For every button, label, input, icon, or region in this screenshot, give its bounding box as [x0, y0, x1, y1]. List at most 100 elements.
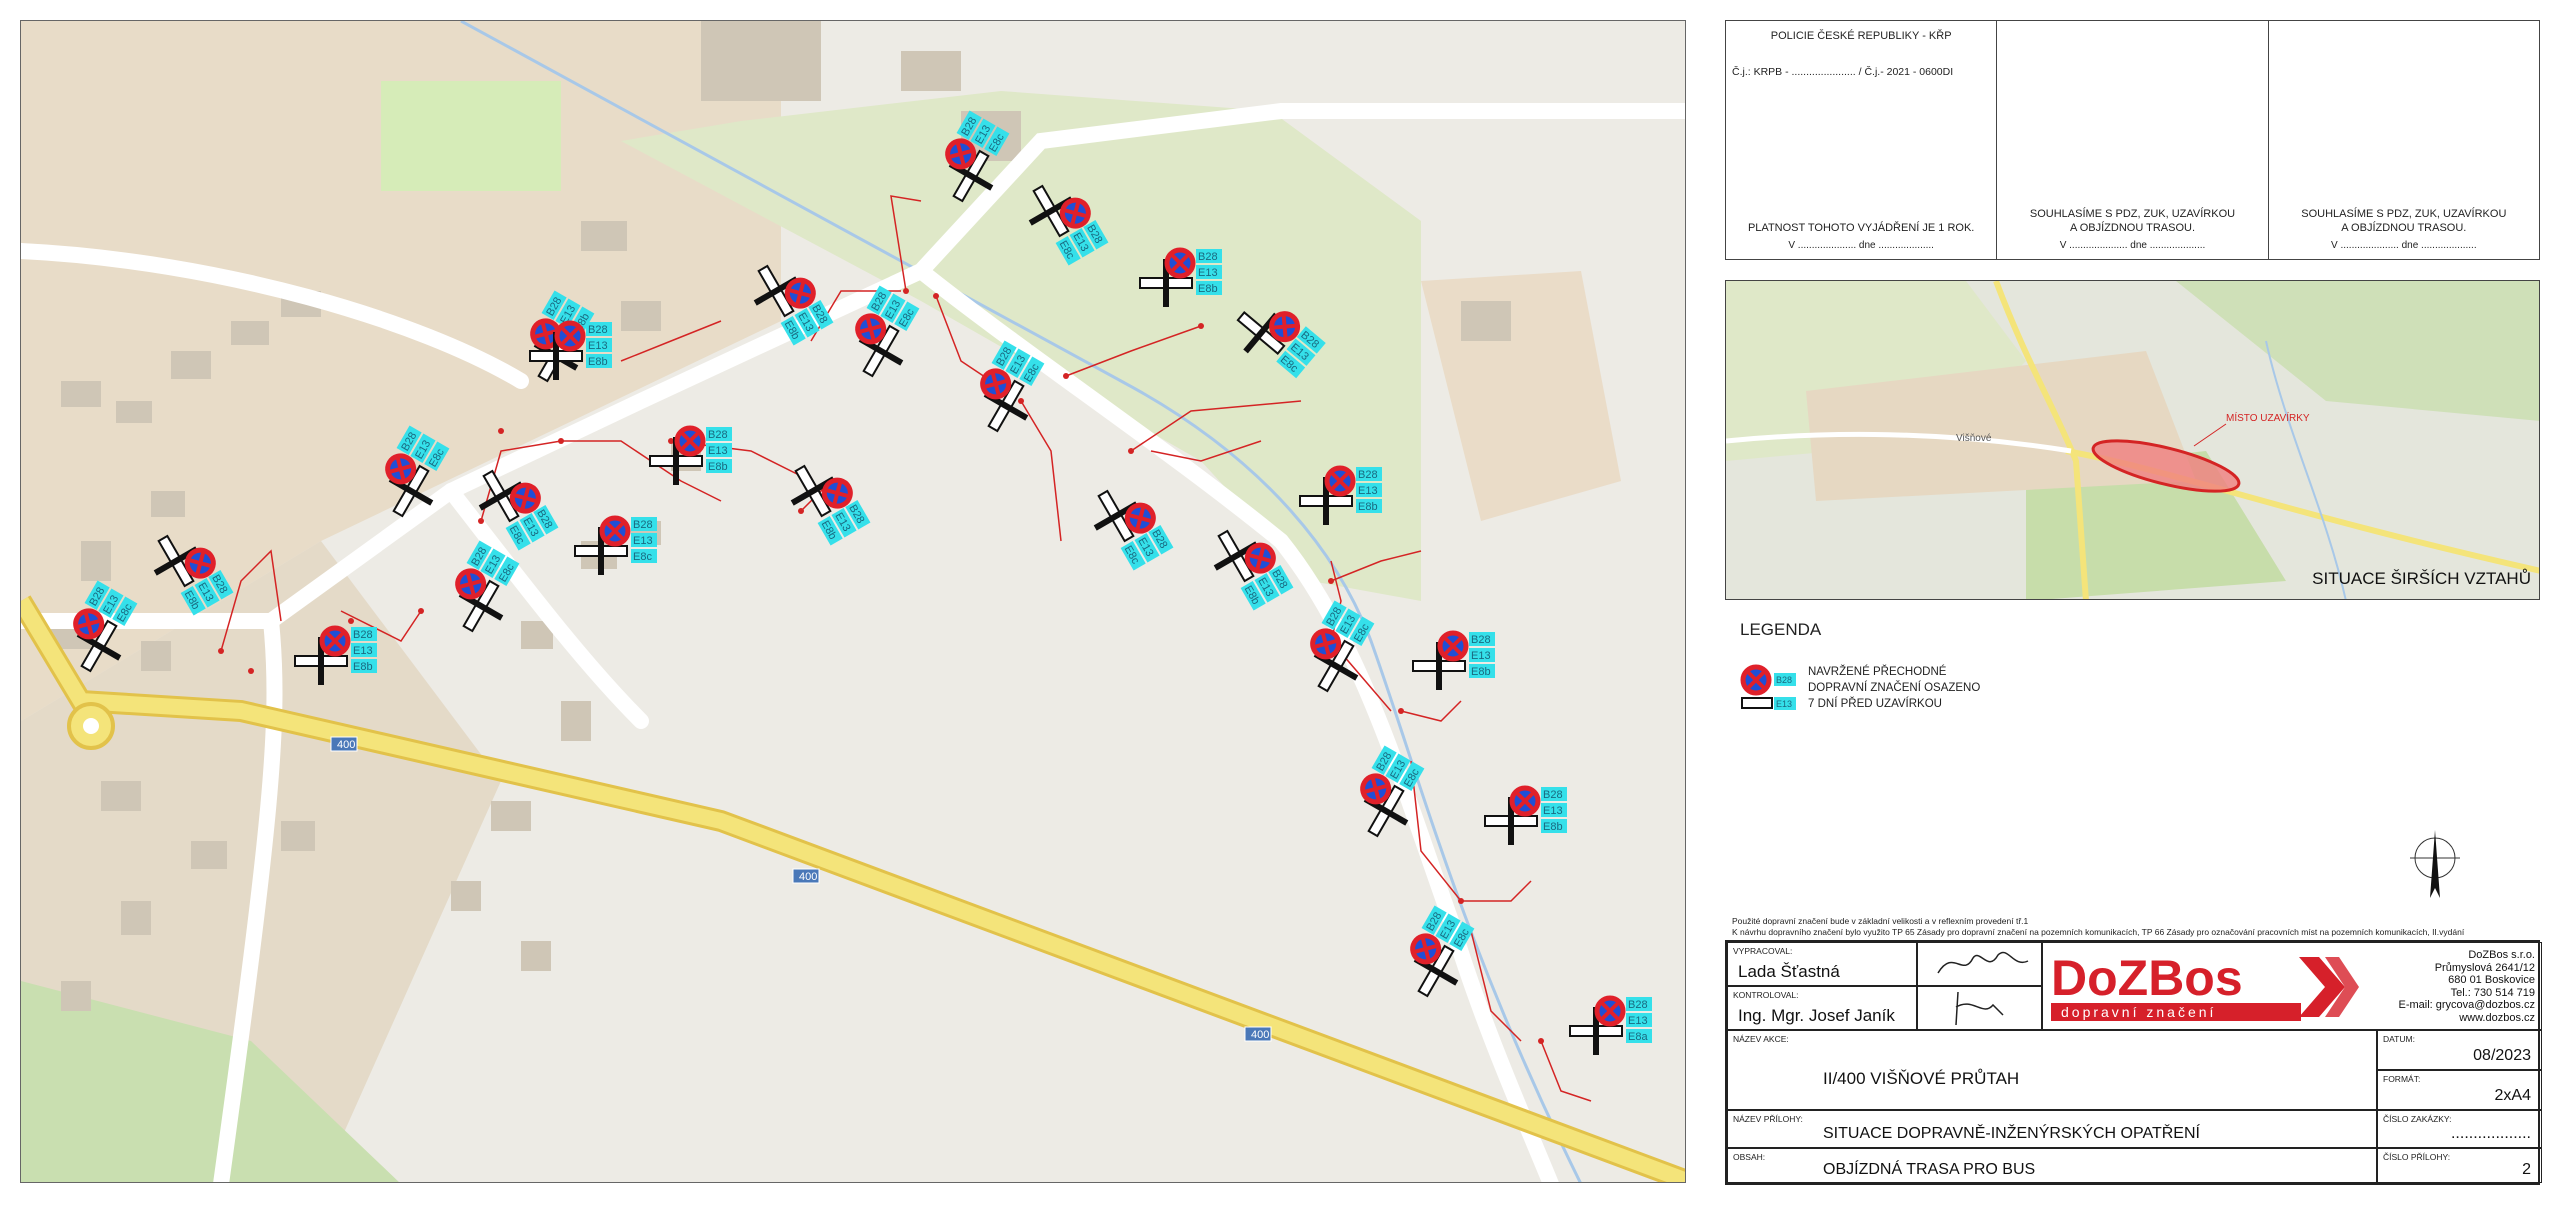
attachment-cell: NÁZEV PŘÍLOHY: SITUACE DOPRAVNĚ-INŽENÝRS…: [1727, 1110, 2377, 1148]
situation-map[interactable]: 400 400 400 B28 E13 E8c B28 E13 E8c B28 E13 E8b B…: [20, 20, 1686, 1183]
company-web: www.dozbos.cz: [2459, 1011, 2535, 1024]
company-email: E-mail: grycova@dozbos.cz: [2398, 999, 2536, 1011]
action-name: II/400 VIŠŇOVÉ PRŮTAH: [1823, 1069, 2020, 1088]
logo-text: DoZBos: [2051, 950, 2243, 1006]
approval-municipality: SOUHLASÍME S PDZ, ZUK, UZAVÍRKOU A OBJÍZ…: [2269, 21, 2539, 259]
legend-title: LEGENDA: [1740, 620, 1822, 639]
title-block: VYPRACOVAL: Lada Šťastná KONTROLOVAL: In…: [1725, 940, 2542, 1185]
content-label: OBSAH:: [1733, 1152, 1766, 1162]
company-cell: DoZBos dopravní značení DoZBos s.r.o. Pr…: [2042, 942, 2542, 1030]
checker-label: KONTROLOVAL:: [1733, 990, 1799, 1000]
sports-field: [381, 81, 561, 191]
sign-code-label: E13: [1198, 267, 1218, 279]
sign-code-label: E13: [708, 445, 728, 457]
company-city: 680 01 Boskovice: [2448, 974, 2535, 986]
format-label: FORMÁT:: [2383, 1074, 2421, 1084]
sign-code-label: B28: [1358, 469, 1378, 481]
date-label: DATUM:: [2383, 1034, 2415, 1044]
content-cell: OBSAH: OBJÍZDNÁ TRASA PRO BUS: [1727, 1148, 2377, 1183]
legend-line-2: DOPRAVNÍ ZNAČENÍ OSAZENO: [1808, 682, 1981, 694]
date-value: 08/2023: [2473, 1047, 2531, 1064]
sign-code-label: B28: [1198, 251, 1218, 263]
approval-title: POLICIE ČESKÉ REPUBLIKY - KŘP: [1770, 30, 1952, 42]
overview-canvas: MÍSTO UZAVÍRKY Višňové: [1726, 281, 2539, 599]
legend-description: NAVRŽENÉ PŘECHODNÉ DOPRAVNÍ ZNAČENÍ OSAZ…: [1808, 664, 1980, 712]
village-label: Višňové: [1956, 433, 1992, 444]
approval-signature-line: V ..................... dne ............…: [2059, 240, 2206, 251]
note-line-1: Použité dopravní značení bude v základní…: [1732, 916, 2029, 926]
sign-code-label: E13: [1358, 485, 1378, 497]
legend-line-1: NAVRŽENÉ PŘECHODNÉ: [1808, 666, 1947, 678]
overview-map[interactable]: MÍSTO UZAVÍRKY Višňové SITUACE ŠIRŠÍCH V…: [1725, 280, 2540, 600]
sign-code-label: E8b: [588, 356, 608, 368]
sign-code-label: E8c: [633, 551, 652, 563]
note-line-2: K návrhu dopravního značení bylo využito…: [1732, 927, 2465, 937]
sign-code-label: E8b: [1471, 666, 1491, 678]
legend-code-e13: E13: [1776, 699, 1792, 709]
sign-code-label: E8b: [353, 661, 373, 673]
sign-code-label: E13: [1628, 1015, 1648, 1027]
approval-note-2: A OBJÍZDNOU TRASOU.: [2341, 222, 2467, 234]
designer-signature: [1917, 942, 2042, 986]
designer-label: VYPRACOVAL:: [1733, 946, 1793, 956]
order-cell: ČÍSLO ZAKÁZKY: ..................: [2377, 1110, 2542, 1148]
company-logo-graphic: DoZBos dopravní značení: [2051, 950, 2359, 1021]
approval-note: SOUHLASÍME S PDZ, ZUK, UZAVÍRKOU: [2301, 208, 2507, 220]
logo-tagline: dopravní značení: [2061, 1004, 2216, 1020]
sign-code-label: B28: [708, 429, 728, 441]
checker-name: Ing. Mgr. Josef Janík: [1738, 1006, 1895, 1025]
sign-code-label: B28: [1543, 789, 1563, 801]
designer-name: Lada Šťastná: [1738, 962, 1840, 981]
attach-no-label: ČÍSLO PŘÍLOHY:: [2383, 1152, 2451, 1162]
company-contact: DoZBos s.r.o. Průmyslová 2641/12 680 01 …: [2399, 949, 2536, 1024]
checker-signature: [1917, 986, 2042, 1030]
checker-cell: KONTROLOVAL: Ing. Mgr. Josef Janík: [1727, 986, 1917, 1030]
sign-code-label: B28: [588, 324, 608, 336]
legend-entry: B28 E13 NAVRŽENÉ PŘECHODNÉ DOPRAVNÍ ZNAČ…: [1740, 664, 2160, 714]
approval-note-2: A OBJÍZDNOU TRASOU.: [2069, 222, 2196, 234]
legend-line-3: 7 DNÍ PŘED UZAVÍRKOU: [1808, 698, 1942, 710]
sign-code-label: B28: [1471, 634, 1491, 646]
sign-code-label: B28: [353, 629, 373, 641]
sign-code-label: E8b: [1543, 821, 1563, 833]
attachment-name: SITUACE DOPRAVNĚ-INŽENÝRSKÝCH OPATŘENÍ: [1823, 1125, 2200, 1142]
company-name: DoZBos s.r.o.: [2468, 949, 2535, 961]
sign-code-label: E8b: [1198, 283, 1218, 295]
content-name: OBJÍZDNÁ TRASA PRO BUS: [1823, 1161, 2036, 1178]
order-value: ..................: [2450, 1125, 2531, 1142]
format-cell: FORMÁT: 2xA4: [2377, 1070, 2542, 1110]
sign-code-label: E8b: [1358, 501, 1378, 513]
road-badge-1: 400: [337, 739, 355, 751]
legend: LEGENDA B28 E13 NAVRŽENÉ PŘECHODNÉ DOPRA…: [1740, 620, 2160, 740]
company-street: Průmyslová 2641/12: [2434, 961, 2535, 974]
attach-no-cell: ČÍSLO PŘÍLOHY: 2: [2377, 1148, 2542, 1183]
action-cell: NÁZEV AKCE: II/400 VIŠŇOVÉ PRŮTAH: [1727, 1030, 2377, 1110]
approval-note: SOUHLASÍME S PDZ, ZUK, UZAVÍRKOU: [2029, 208, 2236, 220]
legend-code-b28: B28: [1776, 675, 1792, 685]
approval-stamps: POLICIE ČESKÉ REPUBLIKY - KŘP Č.j.: KRPB…: [1725, 20, 2540, 260]
sign-code-label: E13: [588, 340, 608, 352]
design-note: Použité dopravní značení bude v základní…: [1732, 916, 2552, 938]
closure-label: MÍSTO UZAVÍRKY: [2226, 411, 2310, 424]
map-canvas: 400 400 400 B28E13E8cB28E13E8c B28E13E8bB…: [21, 21, 1685, 1182]
attachment-label: NÁZEV PŘÍLOHY:: [1733, 1114, 1803, 1124]
action-label: NÁZEV AKCE:: [1733, 1034, 1789, 1044]
road-badge-3: 400: [1251, 1029, 1269, 1041]
approval-owner: SOUHLASÍME S PDZ, ZUK, UZAVÍRKOU A OBJÍZ…: [1997, 21, 2269, 259]
sign-code-label: B28: [633, 519, 653, 531]
road-badge-2: 400: [799, 871, 817, 883]
approval-signature-line: V ..................... dne ............…: [2331, 240, 2477, 251]
sign-code-label: E13: [353, 645, 373, 657]
sign-code-label: B28: [1628, 999, 1648, 1011]
date-cell: DATUM: 08/2023: [2377, 1030, 2542, 1070]
approval-police: POLICIE ČESKÉ REPUBLIKY - KŘP Č.j.: KRPB…: [1726, 21, 1998, 259]
sign-code-label: E13: [1471, 650, 1491, 662]
signature-icon-2: [1955, 991, 2004, 1026]
company-logo: DoZBos dopravní značení: [2049, 949, 2359, 1025]
attach-no-value: 2: [2522, 1161, 2531, 1178]
order-label: ČÍSLO ZAKÁZKY:: [2383, 1114, 2452, 1124]
approval-ref: Č.j.: KRPB - ...................... / Č.…: [1732, 66, 1954, 78]
legend-sign-icon: B28 E13: [1740, 664, 1796, 710]
overview-caption: SITUACE ŠIRŠÍCH VZTAHŮ: [2312, 569, 2531, 588]
north-arrow: [2410, 828, 2460, 908]
